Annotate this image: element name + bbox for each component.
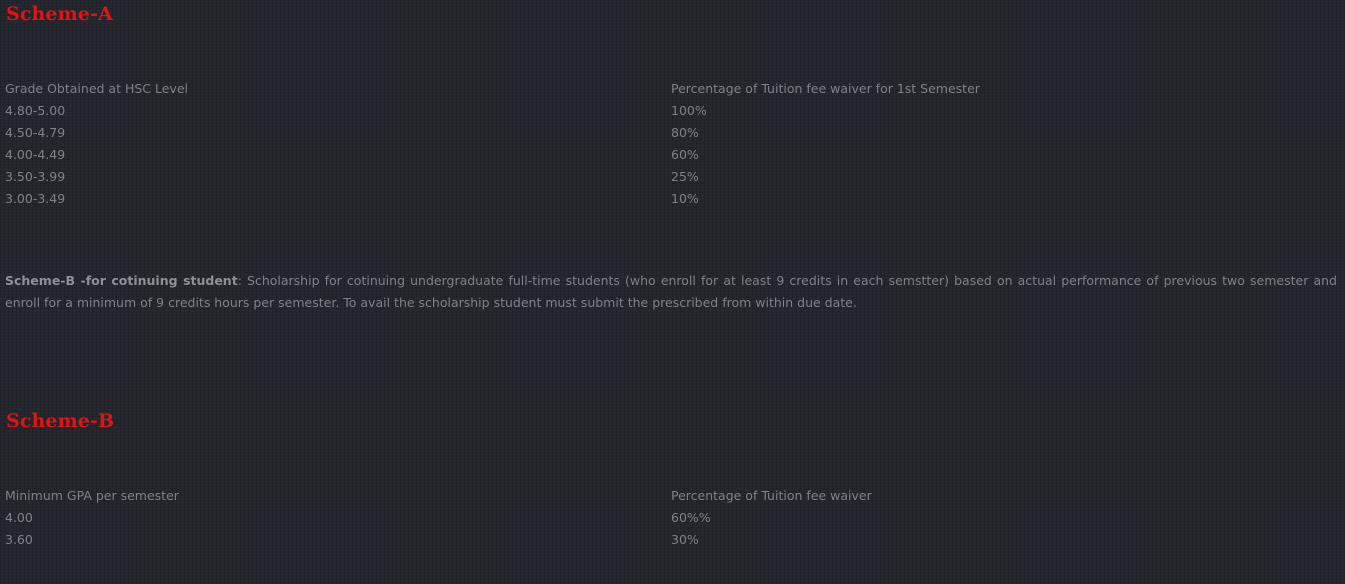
- grade-cell: 4.00-4.49: [5, 147, 66, 162]
- gpa-cell: 3.60: [5, 532, 33, 547]
- waiver-cell: 80%: [671, 125, 699, 140]
- table-row: 4.00-4.49 60%: [5, 144, 1341, 166]
- table-header-row: Minimum GPA per semester Percentage of T…: [5, 485, 1341, 507]
- waiver-cell: 10%: [671, 191, 699, 206]
- table-header-row: Grade Obtained at HSC Level Percentage o…: [5, 78, 1341, 100]
- gpa-cell: 4.00: [5, 510, 33, 525]
- page: Scheme-A Grade Obtained at HSC Level Per…: [0, 0, 1345, 584]
- column-header-waiver: Percentage of Tuition fee waiver for 1st…: [671, 81, 980, 96]
- table-row: 4.80-5.00 100%: [5, 100, 1341, 122]
- table-row: 4.50-4.79 80%: [5, 122, 1341, 144]
- scheme-b-lead: Scheme-B -for cotinuing student: [5, 273, 238, 288]
- waiver-cell: 25%: [671, 169, 699, 184]
- table-row: 4.00 60%%: [5, 507, 1341, 529]
- scheme-b-heading: Scheme-B: [6, 410, 115, 432]
- grade-cell: 4.50-4.79: [5, 125, 66, 140]
- waiver-cell: 30%: [671, 532, 699, 547]
- table-row: 3.50-3.99 25%: [5, 166, 1341, 188]
- table-row: 3.00-3.49 10%: [5, 188, 1341, 210]
- grade-cell: 4.80-5.00: [5, 103, 66, 118]
- waiver-cell: 60%%: [671, 510, 711, 525]
- scheme-a-table: Grade Obtained at HSC Level Percentage o…: [5, 78, 1341, 210]
- table-row: 3.60 30%: [5, 529, 1341, 551]
- column-header-waiver: Percentage of Tuition fee waiver: [671, 488, 872, 503]
- column-header-gpa: Minimum GPA per semester: [5, 488, 179, 503]
- grade-cell: 3.50-3.99: [5, 169, 66, 184]
- column-header-grade: Grade Obtained at HSC Level: [5, 81, 188, 96]
- scheme-a-heading: Scheme-A: [6, 3, 113, 25]
- waiver-cell: 60%: [671, 147, 699, 162]
- scheme-b-description: Scheme-B -for cotinuing student: Scholar…: [5, 270, 1337, 314]
- waiver-cell: 100%: [671, 103, 707, 118]
- scheme-b-table: Minimum GPA per semester Percentage of T…: [5, 485, 1341, 551]
- grade-cell: 3.00-3.49: [5, 191, 66, 206]
